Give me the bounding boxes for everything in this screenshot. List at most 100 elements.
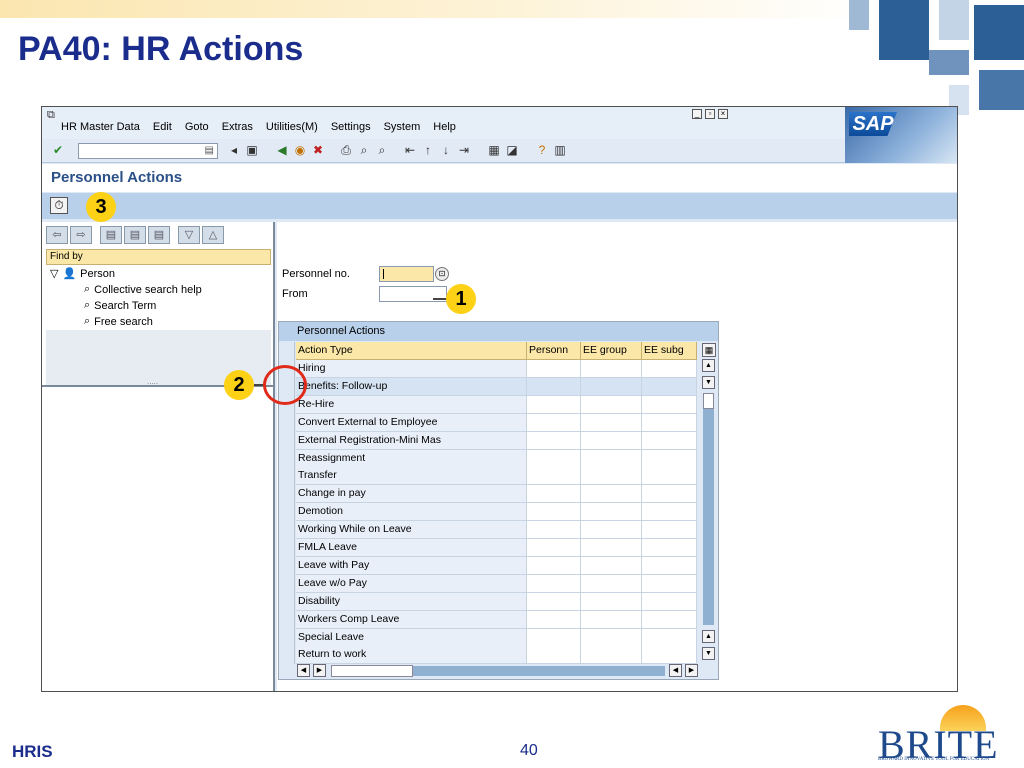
splitter-handle[interactable]: ..... [147,377,158,386]
menu-system[interactable]: System [384,121,421,133]
menu-edit[interactable]: Edit [153,121,172,133]
row-selector[interactable] [281,610,295,629]
row-selector[interactable] [281,503,295,522]
cell-action-type[interactable]: Leave with Pay [296,556,527,575]
cell-personnel-area[interactable] [527,413,581,432]
cell-ee-group[interactable] [581,592,642,611]
col-header-ee-subgroup[interactable]: EE subg [642,342,697,360]
cell-ee-subgroup[interactable] [642,556,697,575]
row-selector[interactable] [281,485,295,504]
cell-ee-group[interactable] [581,449,642,468]
cell-ee-subgroup[interactable] [642,395,697,414]
cell-action-type[interactable]: External Registration-Mini Mas [296,431,527,450]
cell-personnel-area[interactable] [527,431,581,450]
cell-ee-group[interactable] [581,574,642,593]
table-row[interactable]: Hiring [279,360,697,378]
cell-ee-group[interactable] [581,395,642,414]
menu-utilities[interactable]: Utilities(M) [266,121,318,133]
row-selector[interactable] [281,574,295,593]
back-icon[interactable]: ◀ [274,143,290,158]
cancel-icon[interactable]: ✖ [310,143,326,158]
table-row[interactable]: Demotion [279,503,697,522]
row-selector[interactable] [281,539,295,557]
vertical-scrollbar[interactable]: ▲ ▼ ▲ ▼ [701,359,716,663]
row-selector[interactable] [281,449,295,468]
cell-ee-group[interactable] [581,377,642,396]
horizontal-scrollbar[interactable]: ◀ ▶ ◀ ▶ [297,664,698,678]
tree-node-person[interactable]: ▽ 👤 Person [50,267,115,281]
first-page-icon[interactable]: ⇤ [402,143,418,158]
cell-action-type[interactable]: Change in pay [296,485,527,504]
cell-action-type[interactable]: Working While on Leave [296,521,527,540]
tree-item-search-term[interactable]: ⌕ Search Term [84,299,156,312]
exit-icon[interactable]: ◉ [292,143,308,158]
minimize-icon[interactable]: _ [692,109,702,119]
execute-button[interactable]: ⏱ [50,197,68,214]
cell-personnel-area[interactable] [527,574,581,593]
cell-personnel-area[interactable] [527,628,581,647]
cell-ee-group[interactable] [581,503,642,522]
scroll-right-icon[interactable]: ▶ [685,664,698,677]
col-header-action-type[interactable]: Action Type [296,342,527,360]
cell-ee-subgroup[interactable] [642,449,697,468]
cell-personnel-area[interactable] [527,556,581,575]
table-row[interactable]: Leave w/o Pay [279,574,697,593]
new-session-icon[interactable]: ▦ [486,143,502,158]
find-next-icon[interactable]: ⌕ [374,143,390,158]
scroll-down-icon[interactable]: ▼ [702,647,715,660]
cell-ee-group[interactable] [581,539,642,557]
table-row[interactable]: Workers Comp Leave [279,610,697,629]
table-row[interactable]: Disability [279,592,697,611]
cell-action-type[interactable]: Re-Hire [296,395,527,414]
cell-ee-subgroup[interactable] [642,574,697,593]
scroll-thumb[interactable] [703,393,714,409]
row-selector[interactable] [281,646,295,665]
cell-personnel-area[interactable] [527,521,581,540]
arrow-right-icon[interactable]: ⇨ [70,226,92,244]
cell-personnel-area[interactable] [527,360,581,378]
cell-action-type[interactable]: Hiring [296,360,527,378]
table-row[interactable]: Working While on Leave [279,521,697,540]
cell-action-type[interactable]: Reassignment [296,449,527,468]
cell-ee-group[interactable] [581,485,642,504]
collapse-icon[interactable]: ▤ [100,226,122,244]
cell-ee-group[interactable] [581,360,642,378]
table-row[interactable]: Special Leave [279,628,697,647]
collapse-arrow-icon[interactable]: ▽ [50,267,58,280]
command-field[interactable]: ▤ [78,143,218,159]
select-all-icon[interactable]: ▤ [148,226,170,244]
cell-action-type[interactable]: Disability [296,592,527,611]
search-help-icon[interactable]: ⊡ [435,267,449,281]
cell-ee-subgroup[interactable] [642,360,697,378]
cell-ee-subgroup[interactable] [642,539,697,557]
cell-personnel-area[interactable] [527,467,581,486]
cell-ee-subgroup[interactable] [642,646,697,665]
cell-ee-subgroup[interactable] [642,467,697,486]
tree-item-free-search[interactable]: ⌕ Free search [84,315,153,328]
cell-personnel-area[interactable] [527,503,581,522]
menu-extras[interactable]: Extras [222,121,253,133]
cell-ee-subgroup[interactable] [642,592,697,611]
shortcut-icon[interactable]: ◪ [504,143,520,158]
personnel-no-input[interactable] [379,266,434,282]
cell-ee-group[interactable] [581,467,642,486]
row-selector[interactable] [281,628,295,647]
row-selector[interactable] [281,521,295,540]
row-selector[interactable] [281,556,295,575]
cell-personnel-area[interactable] [527,646,581,665]
scroll-up-icon[interactable]: ▲ [702,359,715,372]
cell-ee-group[interactable] [581,413,642,432]
table-settings-icon[interactable]: ▦ [702,343,716,357]
scroll-left-icon[interactable]: ◀ [297,664,310,677]
cell-ee-group[interactable] [581,556,642,575]
select-all-cell[interactable] [281,342,295,360]
cell-ee-group[interactable] [581,610,642,629]
table-row[interactable]: Transfer [279,467,697,486]
tree-item-collective-search-help[interactable]: ⌕ Collective search help [84,283,202,296]
cell-action-type[interactable]: Benefits: Follow-up [296,377,527,396]
cell-action-type[interactable]: Leave w/o Pay [296,574,527,593]
cell-ee-subgroup[interactable] [642,377,697,396]
cell-personnel-area[interactable] [527,377,581,396]
cell-personnel-area[interactable] [527,449,581,468]
cell-action-type[interactable]: Return to work [296,646,527,665]
